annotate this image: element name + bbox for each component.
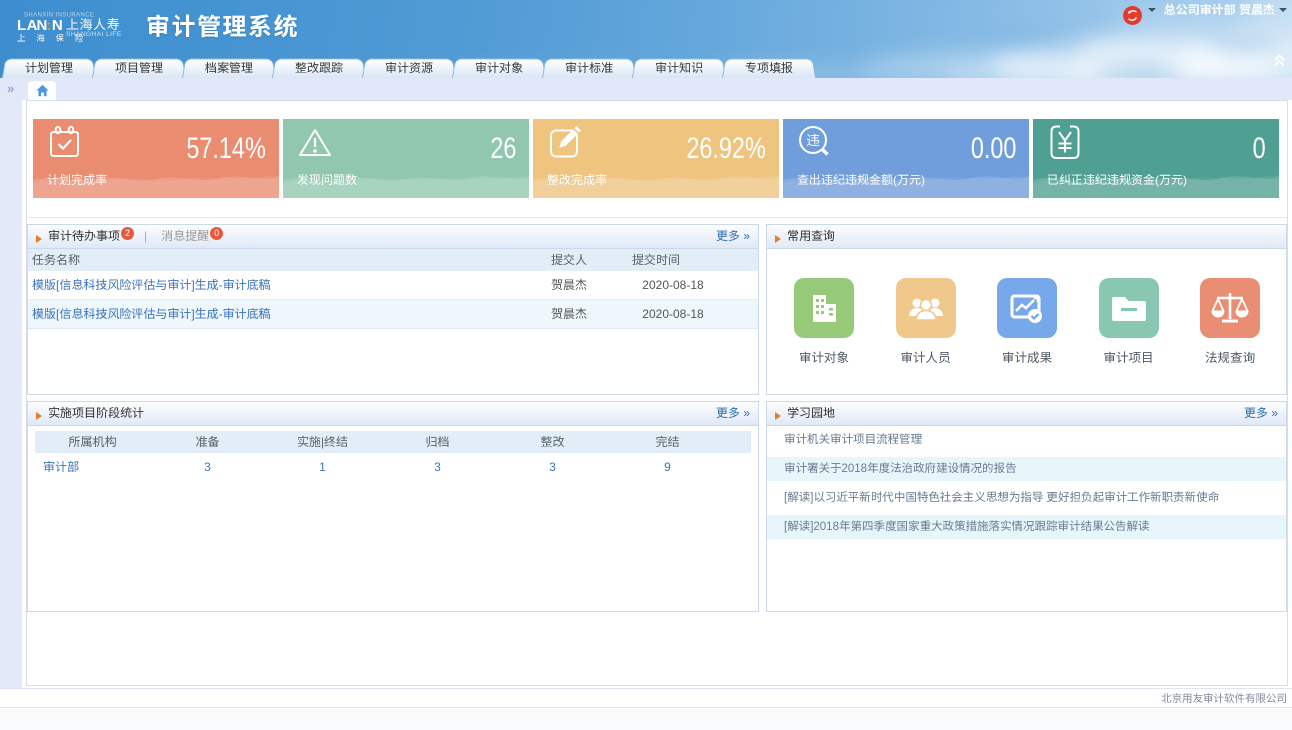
svg-text:违: 违 bbox=[806, 129, 820, 149]
